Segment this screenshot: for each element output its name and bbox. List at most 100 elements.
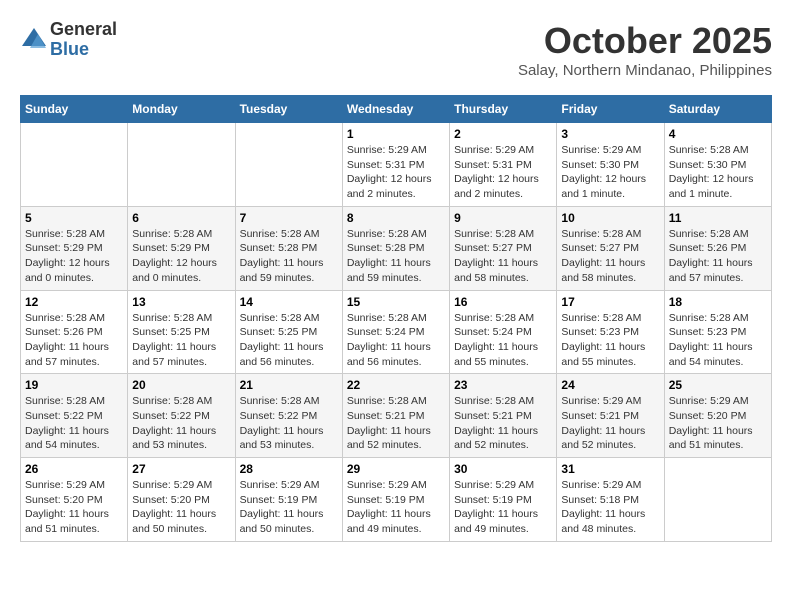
day-number: 10	[561, 211, 659, 225]
day-number: 22	[347, 378, 445, 392]
calendar-cell: 25 Sunrise: 5:29 AM Sunset: 5:20 PM Dayli…	[664, 374, 771, 458]
day-info: Sunrise: 5:28 AM Sunset: 5:28 PM Dayligh…	[347, 227, 445, 286]
calendar-week-row: 5 Sunrise: 5:28 AM Sunset: 5:29 PM Daylig…	[21, 206, 772, 290]
calendar-cell	[664, 458, 771, 542]
day-number: 27	[132, 462, 230, 476]
calendar-cell: 11 Sunrise: 5:28 AM Sunset: 5:26 PM Dayli…	[664, 206, 771, 290]
day-number: 2	[454, 127, 552, 141]
day-number: 24	[561, 378, 659, 392]
day-info: Sunrise: 5:28 AM Sunset: 5:23 PM Dayligh…	[561, 311, 659, 370]
calendar-cell: 18 Sunrise: 5:28 AM Sunset: 5:23 PM Dayli…	[664, 290, 771, 374]
day-info: Sunrise: 5:29 AM Sunset: 5:21 PM Dayligh…	[561, 394, 659, 453]
calendar-cell: 6Sunrise: 5:28 AM Sunset: 5:29 PM Daylig…	[128, 206, 235, 290]
day-info: Sunrise: 5:28 AM Sunset: 5:24 PM Dayligh…	[347, 311, 445, 370]
day-number: 4	[669, 127, 767, 141]
day-info: Sunrise: 5:28 AM Sunset: 5:26 PM Dayligh…	[669, 227, 767, 286]
day-info: Sunrise: 5:28 AM Sunset: 5:22 PM Dayligh…	[240, 394, 338, 453]
calendar-cell: 21 Sunrise: 5:28 AM Sunset: 5:22 PM Dayli…	[235, 374, 342, 458]
day-info: Sunrise: 5:29 AM Sunset: 5:31 PM Dayligh…	[454, 143, 552, 202]
day-number: 1	[347, 127, 445, 141]
weekday-header: Saturday	[664, 96, 771, 123]
day-number: 13	[132, 295, 230, 309]
day-info: Sunrise: 5:29 AM Sunset: 5:18 PM Dayligh…	[561, 478, 659, 537]
calendar-cell: 4 Sunrise: 5:28 AM Sunset: 5:30 PM Daylig…	[664, 123, 771, 207]
calendar-cell: 22 Sunrise: 5:28 AM Sunset: 5:21 PM Dayli…	[342, 374, 449, 458]
day-number: 14	[240, 295, 338, 309]
day-number: 5	[25, 211, 123, 225]
calendar-cell: 27 Sunrise: 5:29 AM Sunset: 5:20 PM Dayli…	[128, 458, 235, 542]
calendar-cell: 8 Sunrise: 5:28 AM Sunset: 5:28 PM Daylig…	[342, 206, 449, 290]
day-info: Sunrise: 5:29 AM Sunset: 5:20 PM Dayligh…	[669, 394, 767, 453]
calendar-cell: 29 Sunrise: 5:29 AM Sunset: 5:19 PM Dayli…	[342, 458, 449, 542]
day-info: Sunrise: 5:28 AM Sunset: 5:21 PM Dayligh…	[454, 394, 552, 453]
location-subtitle: Salay, Northern Mindanao, Philippines	[518, 62, 772, 79]
day-number: 26	[25, 462, 123, 476]
day-info: Sunrise: 5:29 AM Sunset: 5:30 PM Dayligh…	[561, 143, 659, 202]
day-number: 12	[25, 295, 123, 309]
day-info: Sunrise: 5:28 AM Sunset: 5:29 PM Dayligh…	[132, 227, 230, 286]
calendar-cell	[235, 123, 342, 207]
day-info: Sunrise: 5:28 AM Sunset: 5:22 PM Dayligh…	[132, 394, 230, 453]
day-info: Sunrise: 5:29 AM Sunset: 5:31 PM Dayligh…	[347, 143, 445, 202]
day-number: 20	[132, 378, 230, 392]
day-info: Sunrise: 5:28 AM Sunset: 5:26 PM Dayligh…	[25, 311, 123, 370]
day-number: 16	[454, 295, 552, 309]
day-info: Sunrise: 5:28 AM Sunset: 5:30 PM Dayligh…	[669, 143, 767, 202]
day-info: Sunrise: 5:28 AM Sunset: 5:23 PM Dayligh…	[669, 311, 767, 370]
day-info: Sunrise: 5:28 AM Sunset: 5:21 PM Dayligh…	[347, 394, 445, 453]
day-number: 21	[240, 378, 338, 392]
weekday-header: Monday	[128, 96, 235, 123]
day-number: 17	[561, 295, 659, 309]
day-number: 7	[240, 211, 338, 225]
day-number: 8	[347, 211, 445, 225]
day-info: Sunrise: 5:28 AM Sunset: 5:27 PM Dayligh…	[561, 227, 659, 286]
calendar-week-row: 1 Sunrise: 5:29 AM Sunset: 5:31 PM Daylig…	[21, 123, 772, 207]
day-number: 25	[669, 378, 767, 392]
calendar-cell: 19Sunrise: 5:28 AM Sunset: 5:22 PM Dayli…	[21, 374, 128, 458]
weekday-header: Thursday	[450, 96, 557, 123]
month-title: October 2025	[518, 20, 772, 62]
day-number: 9	[454, 211, 552, 225]
logo-icon	[20, 26, 48, 54]
day-number: 31	[561, 462, 659, 476]
calendar-cell: 7Sunrise: 5:28 AM Sunset: 5:28 PM Daylig…	[235, 206, 342, 290]
day-number: 15	[347, 295, 445, 309]
day-number: 28	[240, 462, 338, 476]
calendar-cell: 13 Sunrise: 5:28 AM Sunset: 5:25 PM Dayli…	[128, 290, 235, 374]
weekday-header: Wednesday	[342, 96, 449, 123]
day-info: Sunrise: 5:29 AM Sunset: 5:19 PM Dayligh…	[240, 478, 338, 537]
calendar-cell: 5 Sunrise: 5:28 AM Sunset: 5:29 PM Daylig…	[21, 206, 128, 290]
page-header: General Blue October 2025 Salay, Norther…	[20, 20, 772, 79]
day-info: Sunrise: 5:28 AM Sunset: 5:24 PM Dayligh…	[454, 311, 552, 370]
calendar-cell: 10 Sunrise: 5:28 AM Sunset: 5:27 PM Dayli…	[557, 206, 664, 290]
day-info: Sunrise: 5:29 AM Sunset: 5:19 PM Dayligh…	[347, 478, 445, 537]
calendar-cell: 15 Sunrise: 5:28 AM Sunset: 5:24 PM Dayli…	[342, 290, 449, 374]
day-number: 18	[669, 295, 767, 309]
calendar-cell: 16 Sunrise: 5:28 AM Sunset: 5:24 PM Dayli…	[450, 290, 557, 374]
calendar-cell: 23Sunrise: 5:28 AM Sunset: 5:21 PM Dayli…	[450, 374, 557, 458]
logo-line2: Blue	[50, 40, 117, 60]
calendar-cell: 20 Sunrise: 5:28 AM Sunset: 5:22 PM Dayli…	[128, 374, 235, 458]
calendar-cell: 30Sunrise: 5:29 AM Sunset: 5:19 PM Dayli…	[450, 458, 557, 542]
calendar-cell: 12 Sunrise: 5:28 AM Sunset: 5:26 PM Dayli…	[21, 290, 128, 374]
day-info: Sunrise: 5:28 AM Sunset: 5:27 PM Dayligh…	[454, 227, 552, 286]
calendar-cell: 17 Sunrise: 5:28 AM Sunset: 5:23 PM Dayli…	[557, 290, 664, 374]
calendar-cell: 2 Sunrise: 5:29 AM Sunset: 5:31 PM Daylig…	[450, 123, 557, 207]
calendar-cell: 9 Sunrise: 5:28 AM Sunset: 5:27 PM Daylig…	[450, 206, 557, 290]
day-info: Sunrise: 5:28 AM Sunset: 5:22 PM Dayligh…	[25, 394, 123, 453]
day-info: Sunrise: 5:29 AM Sunset: 5:19 PM Dayligh…	[454, 478, 552, 537]
day-info: Sunrise: 5:29 AM Sunset: 5:20 PM Dayligh…	[25, 478, 123, 537]
logo: General Blue	[20, 20, 117, 60]
weekday-header: Friday	[557, 96, 664, 123]
calendar-cell: 1 Sunrise: 5:29 AM Sunset: 5:31 PM Daylig…	[342, 123, 449, 207]
day-number: 29	[347, 462, 445, 476]
day-info: Sunrise: 5:28 AM Sunset: 5:29 PM Dayligh…	[25, 227, 123, 286]
day-info: Sunrise: 5:28 AM Sunset: 5:25 PM Dayligh…	[240, 311, 338, 370]
day-number: 11	[669, 211, 767, 225]
calendar-cell: 31 Sunrise: 5:29 AM Sunset: 5:18 PM Dayli…	[557, 458, 664, 542]
day-info: Sunrise: 5:29 AM Sunset: 5:20 PM Dayligh…	[132, 478, 230, 537]
calendar-week-row: 19Sunrise: 5:28 AM Sunset: 5:22 PM Dayli…	[21, 374, 772, 458]
calendar-table: SundayMondayTuesdayWednesdayThursdayFrid…	[20, 95, 772, 542]
day-info: Sunrise: 5:28 AM Sunset: 5:25 PM Dayligh…	[132, 311, 230, 370]
title-block: October 2025 Salay, Northern Mindanao, P…	[518, 20, 772, 79]
